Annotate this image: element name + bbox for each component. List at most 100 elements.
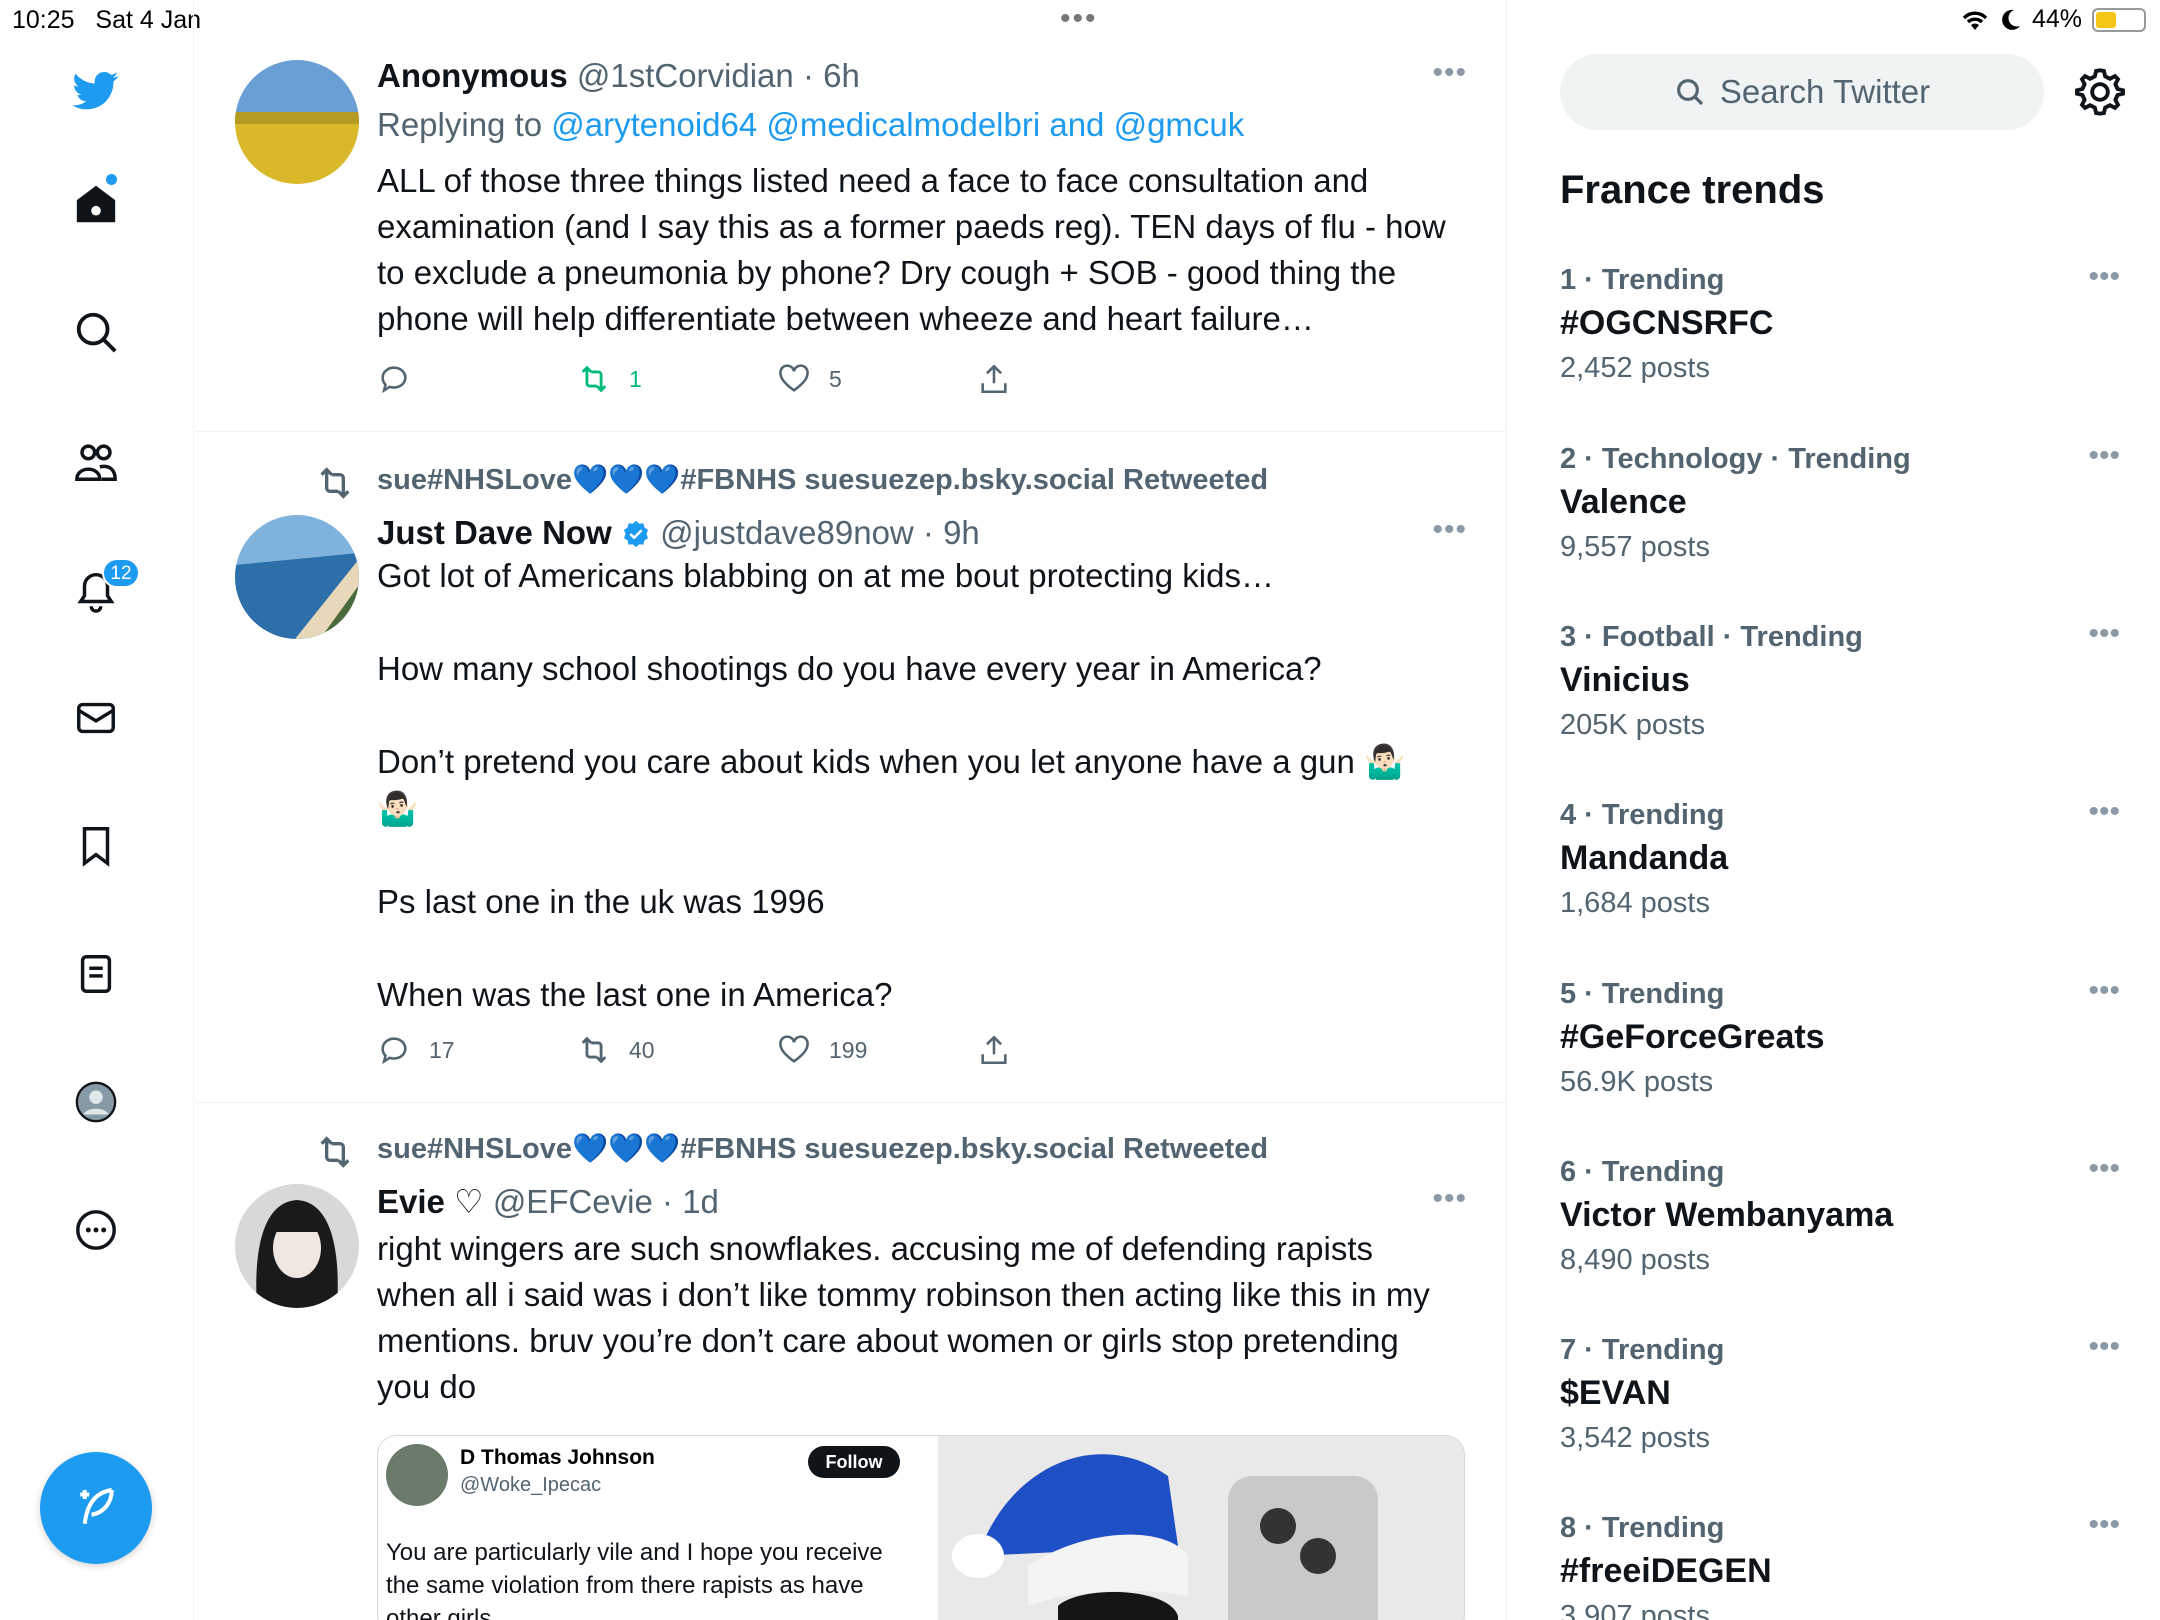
trend-meta: 1 · Trending xyxy=(1560,264,1725,296)
embedded-avatar xyxy=(386,1444,448,1506)
search-twitter-input[interactable]: Search Twitter xyxy=(1560,54,2044,130)
trend-meta: 5 · Trending xyxy=(1560,978,1725,1010)
trend-meta: 4 · Trending xyxy=(1560,799,1725,831)
trend-more-icon[interactable]: ••• xyxy=(2088,260,2120,294)
reply-mentions[interactable]: @arytenoid64 @medicalmodelbri and @gmcuk xyxy=(551,106,1244,143)
share-button[interactable] xyxy=(977,362,1011,396)
tweet-more-icon[interactable]: ••• xyxy=(1432,513,1467,547)
retweet-button[interactable]: 1 xyxy=(577,362,642,396)
tweet-avatar[interactable] xyxy=(235,60,359,184)
lists-icon[interactable] xyxy=(68,946,124,1002)
trend-more-icon[interactable]: ••• xyxy=(2088,1508,2120,1542)
embedded-author-handle: @Woke_Ipecac xyxy=(460,1474,602,1496)
trend-item[interactable]: 3 · Football · Trending Vinicius 205K po… xyxy=(1560,617,2120,781)
author-name[interactable]: Just Dave Now xyxy=(377,514,612,551)
tweet[interactable]: Anonymous @1stCorvidian · 6h Replying to… xyxy=(195,0,1506,432)
trend-meta: 6 · Trending xyxy=(1560,1156,1725,1188)
tweet-time[interactable]: · 9h xyxy=(923,514,980,551)
trend-post-count: 2,452 posts xyxy=(1560,352,1710,384)
tweet-time[interactable]: · 1d xyxy=(662,1183,719,1220)
trend-item[interactable]: 7 · Trending $EVAN 3,542 posts ••• xyxy=(1560,1330,2120,1494)
author-name[interactable]: Evie ♡ xyxy=(377,1183,484,1220)
search-icon[interactable] xyxy=(68,304,124,360)
author-handle[interactable]: @EFCevie xyxy=(493,1183,653,1220)
trend-meta: 8 · Trending xyxy=(1560,1512,1725,1544)
trend-post-count: 3,907 posts xyxy=(1560,1600,1710,1620)
trend-more-icon[interactable]: ••• xyxy=(2088,1152,2120,1186)
trend-item[interactable]: 2 · Technology · Trending Valence 9,557 … xyxy=(1560,439,2120,603)
communities-icon[interactable] xyxy=(68,434,124,490)
right-sidebar: Search Twitter France trends 1 · Trendin… xyxy=(1508,0,2160,1620)
trend-name[interactable]: Vinicius xyxy=(1560,661,1690,700)
trend-more-icon[interactable]: ••• xyxy=(2088,617,2120,651)
trend-item[interactable]: 5 · Trending #GeForceGreats 56.9K posts … xyxy=(1560,974,2120,1138)
profile-avatar-icon[interactable] xyxy=(68,1074,124,1130)
trend-name[interactable]: #freeiDEGEN xyxy=(1560,1552,1772,1591)
trend-post-count: 3,542 posts xyxy=(1560,1422,1710,1454)
trend-item[interactable]: 8 · Trending #freeiDEGEN 3,907 posts ••• xyxy=(1560,1508,2120,1620)
reply-icon xyxy=(381,366,407,394)
embedded-author-name: D Thomas Johnson xyxy=(460,1446,655,1469)
retweeted-by-icon xyxy=(320,1136,350,1168)
trend-post-count: 8,490 posts xyxy=(1560,1244,1710,1276)
author-handle[interactable]: @justdave89now xyxy=(660,514,914,551)
tweet-time[interactable]: · 6h xyxy=(803,57,860,94)
trend-item[interactable]: 1 · Trending #OGCNSRFC 2,452 posts ••• xyxy=(1560,260,2120,424)
trend-name[interactable]: #OGCNSRFC xyxy=(1560,304,1773,343)
home-icon[interactable] xyxy=(68,176,124,232)
twitter-bird-icon[interactable] xyxy=(68,62,124,118)
trend-name[interactable]: Victor Wembanyama xyxy=(1560,1196,1893,1235)
reply-button[interactable] xyxy=(377,362,429,396)
tweet-actions: 1 5 xyxy=(377,362,1017,402)
like-button[interactable]: 199 xyxy=(777,1033,867,1067)
tweet-more-icon[interactable]: ••• xyxy=(1432,56,1467,90)
compose-tweet-button[interactable] xyxy=(40,1452,152,1564)
verified-badge-icon xyxy=(623,520,648,548)
bookmark-icon[interactable] xyxy=(68,818,124,874)
retweeted-by-label[interactable]: sue#NHSLove💙💙💙#FBNHS suesuezep.bsky.soci… xyxy=(377,1132,1268,1166)
search-icon xyxy=(1676,79,1703,106)
trend-more-icon[interactable]: ••• xyxy=(2088,795,2120,829)
trend-post-count: 9,557 posts xyxy=(1560,531,1710,563)
author-name[interactable]: Anonymous xyxy=(377,57,568,94)
embedded-tweet-text: You are particularly vile and I hope you… xyxy=(386,1539,883,1620)
settings-gear-icon[interactable] xyxy=(2074,66,2126,118)
trend-item[interactable]: 4 · Trending Mandanda 1,684 posts ••• xyxy=(1560,795,2120,959)
retweeted-by-label[interactable]: sue#NHSLove💙💙💙#FBNHS suesuezep.bsky.soci… xyxy=(377,463,1268,497)
embedded-follow-button: Follow xyxy=(808,1446,900,1478)
tweet-more-icon[interactable]: ••• xyxy=(1432,1182,1467,1216)
more-options-icon[interactable] xyxy=(68,1202,124,1258)
retweeted-by-icon xyxy=(320,467,350,499)
tweet-header: Evie ♡ @EFCevie · 1d xyxy=(377,1182,1457,1222)
messages-envelope-icon[interactable] xyxy=(68,690,124,746)
retweet-icon xyxy=(581,1036,607,1064)
trend-post-count: 1,684 posts xyxy=(1560,887,1710,919)
trend-name[interactable]: #GeForceGreats xyxy=(1560,1018,1825,1057)
compose-feather-icon xyxy=(80,1487,114,1525)
like-button[interactable]: 5 xyxy=(777,362,842,396)
tweet-media-image[interactable]: D Thomas Johnson @Woke_Ipecac Follow You… xyxy=(377,1435,1465,1620)
retweet-button[interactable]: 40 xyxy=(577,1033,655,1067)
trend-name[interactable]: Mandanda xyxy=(1560,839,1728,878)
trend-name[interactable]: $EVAN xyxy=(1560,1374,1671,1413)
tweet-avatar[interactable] xyxy=(235,1184,359,1308)
trend-item[interactable]: 6 · Trending Victor Wembanyama 8,490 pos… xyxy=(1560,1152,2120,1316)
trend-more-icon[interactable]: ••• xyxy=(2088,439,2120,473)
notifications-badge: 12 xyxy=(102,558,140,588)
trend-post-count: 56.9K posts xyxy=(1560,1066,1714,1098)
share-button[interactable] xyxy=(977,1033,1011,1067)
trend-more-icon[interactable]: ••• xyxy=(2088,974,2120,1008)
trends-title: France trends xyxy=(1560,168,1825,212)
selfie-photo xyxy=(938,1436,1464,1620)
share-icon xyxy=(981,1035,1007,1065)
trend-more-icon[interactable]: ••• xyxy=(2088,1330,2120,1364)
tweet-text: Got lot of Americans blabbing on at me b… xyxy=(377,557,1406,1013)
reply-button[interactable]: 17 xyxy=(377,1033,455,1067)
tweet-text: ALL of those three things listed need a … xyxy=(377,162,1455,337)
replying-to: Replying to @arytenoid64 @medicalmodelbr… xyxy=(377,106,1245,143)
tweet[interactable]: sue#NHSLove💙💙💙#FBNHS suesuezep.bsky.soci… xyxy=(195,433,1506,1103)
trend-name[interactable]: Valence xyxy=(1560,483,1687,522)
tweet-avatar[interactable] xyxy=(235,515,359,639)
author-handle[interactable]: @1stCorvidian xyxy=(577,57,794,94)
trend-meta: 2 · Technology · Trending xyxy=(1560,443,1911,475)
